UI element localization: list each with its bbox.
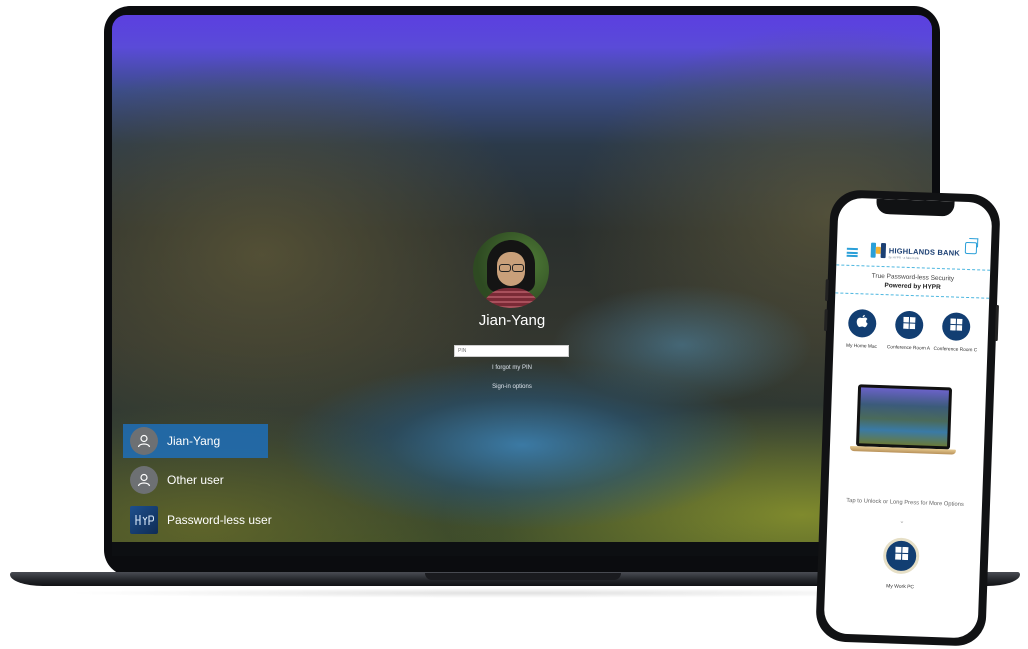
device-label: Conference Room C bbox=[933, 346, 978, 354]
user-avatar bbox=[473, 232, 549, 308]
device-button-my-home-mac[interactable] bbox=[847, 308, 877, 338]
user-switch-other-user[interactable]: Other user bbox=[123, 463, 268, 497]
taskbar bbox=[112, 542, 932, 556]
menu-icon[interactable] bbox=[846, 247, 858, 258]
device-label: Conference Room A bbox=[886, 345, 931, 352]
device-button-conference-room-c[interactable] bbox=[941, 312, 971, 342]
user-switch-jian-yang[interactable]: Jian-Yang bbox=[123, 424, 268, 458]
user-switch-label: Jian-Yang bbox=[167, 434, 221, 448]
tap-hint: Tap to Unlock or Long Press for More Opt… bbox=[846, 497, 964, 508]
user-switch-label: Password-less user bbox=[167, 513, 272, 527]
hypr-app-screen: HIGHLANDS BANK by HYPR · a fake bank Tru… bbox=[823, 197, 993, 639]
devices-icon[interactable] bbox=[964, 241, 978, 255]
sign-in-options-link[interactable]: Sign-in options bbox=[442, 384, 582, 390]
laptop-hinge-notch bbox=[425, 573, 621, 580]
device-button-conference-room-a[interactable] bbox=[894, 310, 924, 340]
pin-input[interactable] bbox=[454, 345, 569, 357]
device-label: My Home Mac bbox=[845, 343, 877, 350]
person-icon bbox=[130, 427, 158, 455]
user-switch-label: Other user bbox=[167, 473, 224, 487]
smartphone: HIGHLANDS BANK by HYPR · a fake bank Tru… bbox=[815, 189, 1001, 647]
bank-logo-icon bbox=[870, 242, 887, 259]
windows-icon bbox=[950, 317, 963, 335]
user-switch-password-less[interactable]: Password-less user bbox=[123, 503, 293, 537]
windows-icon bbox=[903, 316, 916, 334]
windows-icon bbox=[894, 546, 908, 565]
primary-device-label: My Work PC bbox=[886, 583, 915, 591]
bank-subtitle: by HYPR · a fake bank bbox=[888, 255, 920, 261]
apple-icon bbox=[856, 314, 869, 333]
laptop-preview-image[interactable] bbox=[849, 384, 958, 460]
phone-notch bbox=[876, 198, 955, 217]
chevron-down-icon: ⌄ bbox=[899, 518, 905, 525]
forgot-pin-link[interactable]: I forgot my PIN bbox=[442, 365, 582, 371]
lock-screen: Jian-Yang I forgot my PIN Sign-in option… bbox=[112, 15, 932, 556]
device-button-my-work-pc[interactable] bbox=[882, 537, 920, 575]
person-icon bbox=[130, 466, 158, 494]
login-username: Jian-Yang bbox=[478, 312, 546, 329]
hypr-logo-icon bbox=[130, 506, 158, 534]
